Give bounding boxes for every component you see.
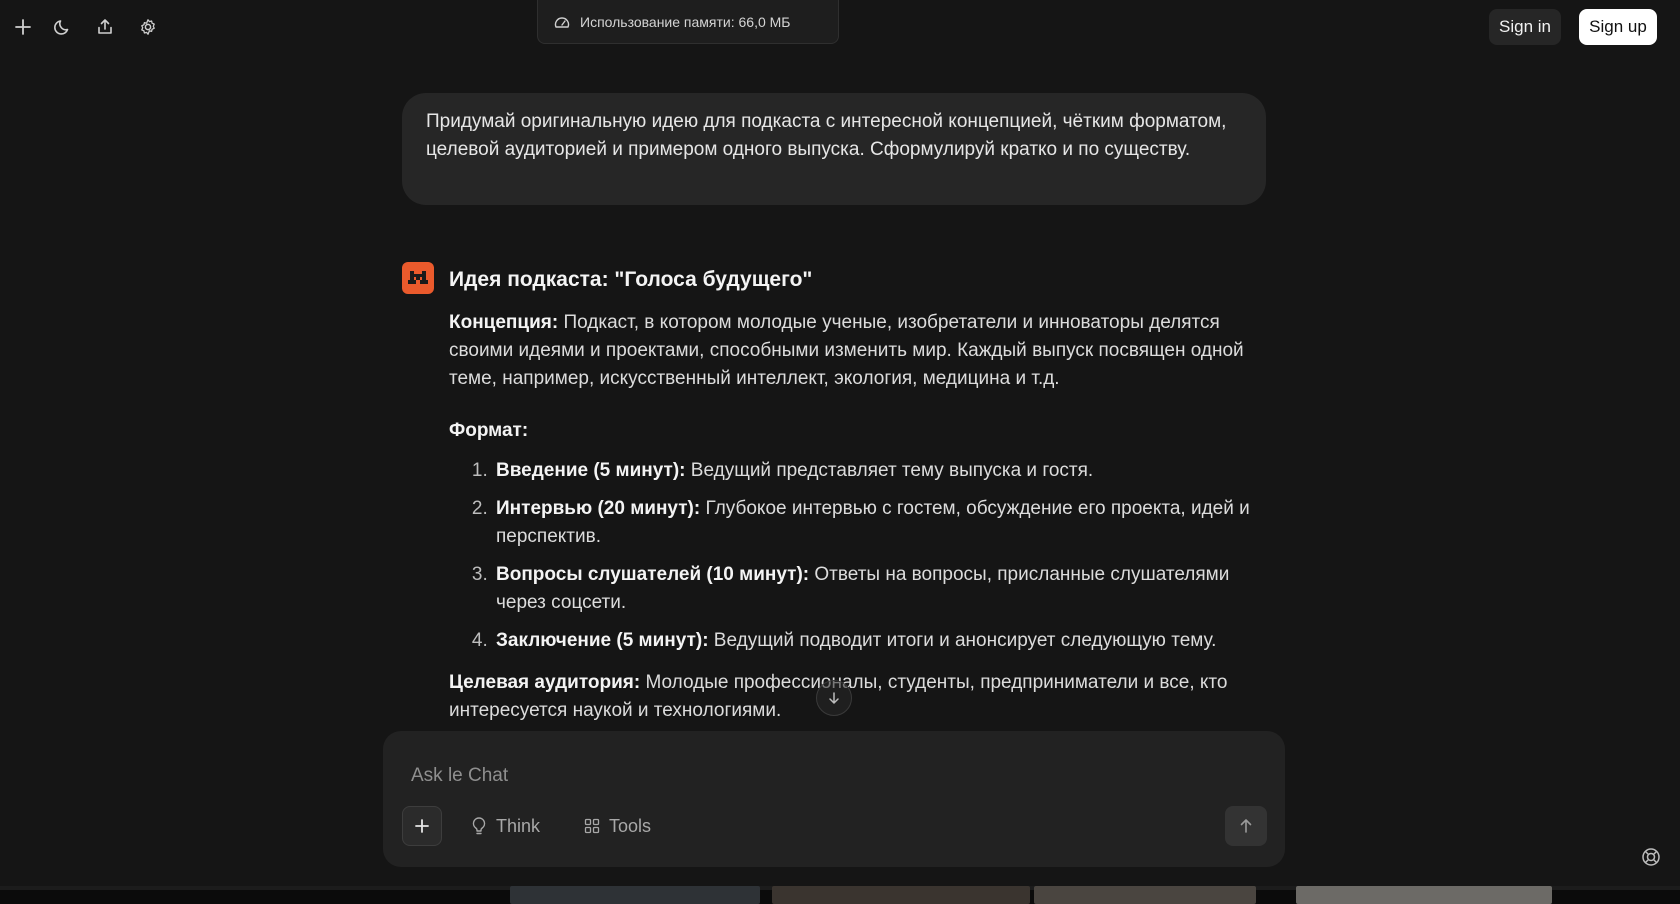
concept-paragraph: Концепция: Подкаст, в котором молодые уч…: [449, 309, 1269, 393]
grid-icon: [584, 818, 600, 834]
format-list: Введение (5 минут): Ведущий представляет…: [449, 457, 1269, 655]
assistant-message: Идея подкаста: "Голоса будущего" Концепц…: [402, 262, 1272, 732]
format-item-label: Заключение (5 минут):: [496, 630, 709, 651]
tools-label: Tools: [609, 815, 652, 836]
moon-icon: [54, 20, 69, 35]
help-button[interactable]: [1640, 846, 1662, 868]
think-button[interactable]: Think: [471, 806, 540, 846]
share-button[interactable]: [90, 12, 120, 42]
gear-icon: [141, 19, 155, 35]
format-item-text: Ведущий подводит итоги и анонсирует след…: [708, 630, 1217, 651]
chat-input[interactable]: Ask le Chat: [411, 765, 508, 787]
share-icon: [98, 19, 112, 34]
send-button[interactable]: [1225, 806, 1267, 846]
list-item: Интервью (20 минут): Глубокое интервью с…: [493, 495, 1269, 551]
gauge-icon: [554, 16, 570, 28]
think-label: Think: [496, 815, 541, 836]
format-item-label: Интервью (20 минут):: [496, 498, 701, 519]
plus-icon: [415, 819, 429, 833]
response-heading: Идея подкаста: "Голоса будущего": [449, 268, 813, 291]
audience-paragraph: Целевая аудитория: Молодые профессионалы…: [449, 669, 1269, 725]
format-item-label: Введение (5 минут):: [496, 460, 686, 481]
list-item: Заключение (5 минут): Ведущий подводит и…: [493, 627, 1269, 655]
sign-in-button[interactable]: Sign in: [1489, 9, 1561, 45]
assistant-avatar: [402, 262, 434, 294]
thumbnail: [772, 886, 1030, 904]
sign-up-button[interactable]: Sign up: [1579, 9, 1657, 45]
scroll-to-bottom-button[interactable]: [816, 680, 852, 716]
concept-label: Концепция:: [449, 312, 559, 333]
memory-usage-text: Использование памяти: 66,0 МБ: [580, 13, 791, 30]
user-message: Придумай оригинальную идею для подкаста …: [402, 93, 1266, 205]
format-heading: Формат:: [449, 417, 1269, 445]
bottom-taskbar: [0, 886, 1680, 904]
settings-button[interactable]: [133, 12, 163, 42]
cat-logo-icon: [408, 271, 428, 284]
thumbnail: [510, 886, 760, 904]
concept-text: Подкаст, в котором молодые ученые, изобр…: [449, 312, 1244, 389]
new-chat-button[interactable]: [8, 12, 38, 42]
audience-label: Целевая аудитория:: [449, 672, 641, 693]
chat-composer: Ask le Chat Think Tools: [383, 731, 1285, 867]
thumbnail: [1034, 886, 1256, 904]
plus-icon: [15, 19, 31, 35]
theme-toggle-button[interactable]: [48, 12, 78, 42]
user-message-text: Придумай оригинальную идею для подкаста …: [426, 111, 1227, 160]
list-item: Вопросы слушателей (10 минут): Ответы на…: [493, 561, 1269, 617]
arrow-up-icon: [1240, 819, 1252, 833]
list-item: Введение (5 минут): Ведущий представляет…: [493, 457, 1269, 485]
assistant-content: Идея подкаста: "Голоса будущего" Концепц…: [449, 262, 1269, 725]
format-item-text: Ведущий представляет тему выпуска и гост…: [685, 460, 1094, 481]
lightbulb-icon: [472, 817, 486, 835]
lifebuoy-icon: [1642, 848, 1660, 866]
format-label: Формат:: [449, 420, 529, 441]
add-attachment-button[interactable]: [402, 806, 442, 846]
format-item-label: Вопросы слушателей (10 минут):: [496, 564, 810, 585]
tools-button[interactable]: Tools: [584, 806, 651, 846]
arrow-down-icon: [829, 692, 839, 704]
memory-usage-indicator: Использование памяти: 66,0 МБ: [537, 0, 839, 44]
thumbnail: [1296, 886, 1552, 904]
